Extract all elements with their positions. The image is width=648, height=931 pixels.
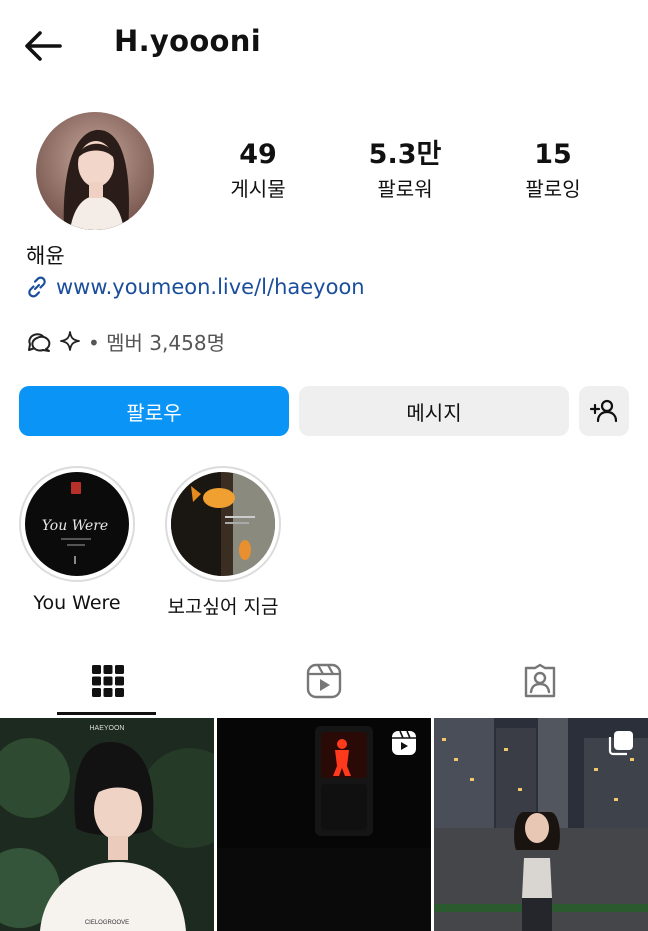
grid-icon bbox=[92, 665, 124, 697]
page-title: H.yoooni bbox=[114, 24, 261, 58]
post-caption-bottom: CIELOGROOVE bbox=[85, 920, 129, 926]
avatar[interactable] bbox=[36, 112, 154, 230]
multi-post-icon bbox=[608, 731, 633, 756]
tab-posts[interactable] bbox=[0, 648, 216, 714]
stat-following[interactable]: 15 팔로잉 bbox=[493, 138, 613, 204]
stat-value: 15 bbox=[534, 139, 572, 170]
profile-header: H.yoooni bbox=[0, 0, 648, 90]
arrow-left-icon bbox=[25, 31, 62, 61]
post-thumbnail[interactable] bbox=[217, 718, 431, 931]
post-thumbnail[interactable] bbox=[434, 718, 648, 931]
stat-label: 팔로잉 bbox=[525, 177, 581, 201]
post-caption-top: HAEYOON bbox=[89, 725, 124, 732]
posts-grid: HAEYOON CIELOGROOVE bbox=[0, 718, 648, 931]
highlight-cover-text: You Were bbox=[42, 518, 108, 534]
tab-reels[interactable] bbox=[216, 648, 432, 714]
profile-link[interactable]: www.youmeon.live/l/haeyoon bbox=[24, 271, 365, 303]
profile-tabs bbox=[0, 648, 648, 716]
tagged-icon bbox=[524, 663, 556, 698]
message-button[interactable]: 메시지 bbox=[299, 386, 569, 436]
link-icon bbox=[28, 276, 46, 298]
suggest-users-button[interactable] bbox=[579, 386, 629, 436]
back-button[interactable] bbox=[22, 28, 66, 64]
chat-bubbles-icon bbox=[28, 333, 51, 352]
highlight-you-were[interactable]: You Were You Were bbox=[7, 466, 147, 614]
reel-icon bbox=[392, 730, 416, 755]
display-name: 해윤 bbox=[26, 244, 65, 268]
stat-posts: 49 게시물 bbox=[198, 138, 318, 204]
highlight-ring bbox=[165, 466, 281, 582]
stat-value: 5.3만 bbox=[368, 139, 442, 170]
stat-followers[interactable]: 5.3만 팔로워 bbox=[345, 138, 465, 204]
reels-icon bbox=[306, 663, 342, 699]
highlight-label: You Were bbox=[33, 592, 121, 614]
highlight-label: 보고싶어 지금 bbox=[167, 596, 279, 618]
stat-label: 게시물 bbox=[230, 177, 286, 201]
highlight-missing-you[interactable]: 보고싶어 지금 bbox=[153, 466, 293, 619]
stat-label: 팔로워 bbox=[377, 177, 433, 201]
highlight-ring: You Were bbox=[19, 466, 135, 582]
sparkle-icon bbox=[60, 331, 80, 351]
channel-member-count: • 멤버 3,458명 bbox=[88, 330, 225, 355]
post-thumbnail[interactable]: HAEYOON CIELOGROOVE bbox=[0, 718, 214, 931]
link-text[interactable]: www.youmeon.live/l/haeyoon bbox=[56, 275, 365, 299]
tab-tagged[interactable] bbox=[432, 648, 648, 714]
highlight-cover bbox=[171, 472, 275, 576]
add-user-icon bbox=[590, 399, 618, 423]
active-tab-indicator bbox=[57, 712, 156, 715]
follow-button[interactable]: 팔로우 bbox=[19, 386, 289, 436]
broadcast-channel[interactable]: • 멤버 3,458명 bbox=[24, 326, 225, 356]
highlight-cover: You Were bbox=[25, 472, 129, 576]
stat-value: 49 bbox=[239, 139, 277, 170]
